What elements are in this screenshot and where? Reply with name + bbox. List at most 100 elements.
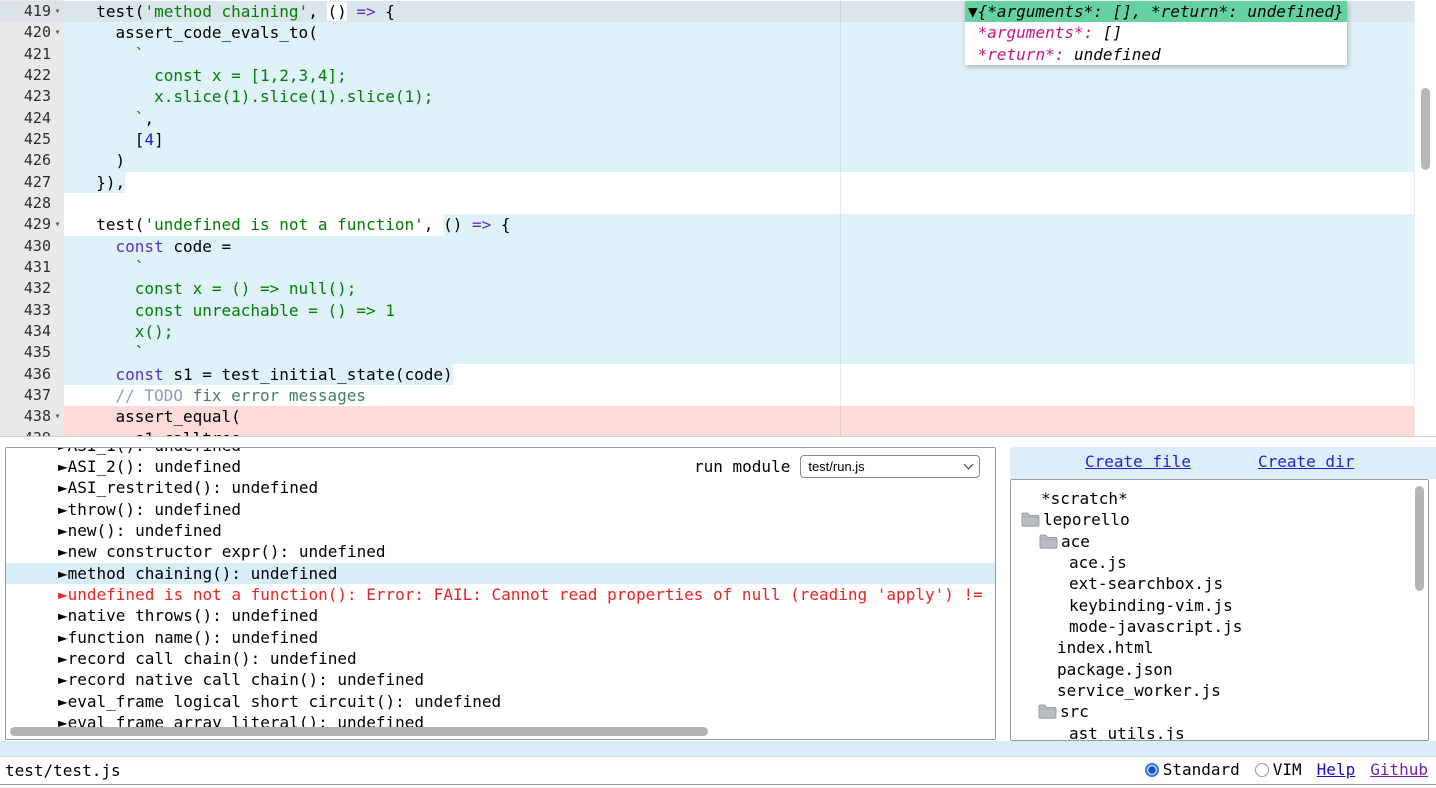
code-line-437[interactable]: // TODO fix error messages [64,385,1414,406]
code-token: { [491,215,510,234]
code-token: , [424,215,443,234]
console-row[interactable]: ►function name(): undefined [6,627,995,648]
gutter-line-429[interactable]: 429▾ [0,214,64,235]
line-number: 433 [0,300,51,321]
gutter-line-435[interactable]: 435 [0,342,64,363]
tooltip-header[interactable]: ▼{*arguments*: [], *return*: undefined} [965,1,1347,22]
code-line-436[interactable]: const s1 = test_initial_state(code) [64,364,1414,385]
code-line-434[interactable]: x(); [64,321,1414,342]
console-row[interactable]: ►record call chain(): undefined [6,648,995,669]
create-file-link[interactable]: Create file [1085,452,1191,471]
code-token: [ [77,130,144,149]
gutter-line-437[interactable]: 437 [0,385,64,406]
code-line-431[interactable]: ` [64,257,1414,278]
fold-arrow-icon[interactable]: ▾ [51,22,64,43]
gutter-line-432[interactable]: 432 [0,278,64,299]
file-tree-item[interactable]: ext-searchbox.js [1011,573,1428,594]
keybinding-label: Standard [1163,760,1240,779]
folder-icon [1039,534,1061,549]
code-line-429[interactable]: test('undefined is not a function', () =… [64,214,1414,235]
run-module-selected-value: test/run.js [808,459,965,474]
console-row[interactable]: ►ASI_restrited(): undefined [6,477,995,498]
console-row[interactable]: ►new(): undefined [6,520,995,541]
gutter-line-434[interactable]: 434 [0,321,64,342]
code-line-433[interactable]: const unreachable = () => 1 [64,300,1414,321]
editor-vertical-scrollbar[interactable] [1414,0,1436,437]
code-line-427[interactable]: }), [64,172,1414,193]
code-line-426[interactable]: ) [64,150,1414,171]
console-scrollbar-thumb[interactable] [10,727,708,736]
gutter-line-423[interactable]: 423 [0,86,64,107]
code-line-438[interactable]: assert_equal( [64,406,1414,427]
gutter-line-420[interactable]: 420▾ [0,22,64,43]
create-dir-link[interactable]: Create dir [1258,452,1354,471]
file-tree-folder[interactable]: src [1011,701,1428,722]
gutter-line-425[interactable]: 425 [0,129,64,150]
code-line-430[interactable]: const code = [64,236,1414,257]
gutter-line-436[interactable]: 436 [0,364,64,385]
code-token: *arguments*: [978,23,1094,42]
code-line-432[interactable]: const x = () => null(); [64,278,1414,299]
code-line-424[interactable]: `, [64,108,1414,129]
file-tree-item[interactable]: index.html [1011,637,1428,658]
code-line-422[interactable]: const x = [1,2,3,4]; [64,65,1414,86]
gutter-line-427[interactable]: 427 [0,172,64,193]
gutter-line-424[interactable]: 424 [0,108,64,129]
gutter-line-438[interactable]: 438▾ [0,406,64,427]
gutter-line-431[interactable]: 431 [0,257,64,278]
code-token [347,2,357,21]
keybinding-option-vim[interactable]: VIM [1255,760,1302,779]
code-token: 'undefined is not a function' [144,215,423,234]
gutter-line-426[interactable]: 426 [0,150,64,171]
file-tree-item[interactable]: service_worker.js [1011,680,1428,701]
radio-button[interactable] [1255,763,1269,777]
file-tree-item[interactable]: *scratch* [1011,488,1428,509]
file-tree-scrollbar[interactable] [1413,480,1426,740]
code-line-425[interactable]: [4] [64,129,1414,150]
console-row-error[interactable]: ►undefined is not a function(): Error: F… [6,584,995,605]
fold-arrow-icon[interactable]: ▾ [51,1,64,22]
fold-arrow-icon[interactable]: ▾ [51,406,64,427]
gutter-line-419[interactable]: 419▾ [0,1,64,22]
tooltip-entry[interactable]: *arguments*: [] [965,22,1347,43]
gutter-line-430[interactable]: 430 [0,236,64,257]
code-line-435[interactable]: ` [64,342,1414,363]
tooltip-entry[interactable]: *return*: undefined [965,44,1347,65]
fold-arrow-icon[interactable]: ▾ [51,214,64,235]
file-tree-item[interactable]: ace.js [1011,552,1428,573]
console-row[interactable]: ►new constructor expr(): undefined [6,541,995,562]
console-row[interactable]: ►record native call chain(): undefined [6,669,995,690]
file-tree-folder[interactable]: leporello [1011,509,1428,530]
code-line-423[interactable]: x.slice(1).slice(1).slice(1); [64,86,1414,107]
file-tree-item[interactable]: package.json [1011,659,1428,680]
console-horizontal-scrollbar[interactable] [6,726,995,739]
help-link[interactable]: Help [1317,760,1356,779]
radio-button[interactable] [1145,763,1159,777]
console-row[interactable]: ►throw(): undefined [6,499,995,520]
code-line-428[interactable] [64,193,1414,214]
gutter-line-439[interactable]: 439 [0,428,64,437]
line-number: 424 [0,108,51,129]
code-token: ` [77,45,144,64]
file-tree-item[interactable]: ast_utils.js [1011,723,1428,741]
run-module-select[interactable]: test/run.js [800,455,980,478]
code-line-439[interactable]: s1.calltree [64,428,1414,437]
console-row[interactable]: ►eval_frame logical short circuit(): und… [6,691,995,712]
gutter-line-428[interactable]: 428 [0,193,64,214]
gutter-line-422[interactable]: 422 [0,65,64,86]
gutter-line-421[interactable]: 421 [0,44,64,65]
file-tree-item[interactable]: keybinding-vim.js [1011,595,1428,616]
tooltip-body: *arguments*: [] *return*: undefined [965,22,1347,65]
file-tree-folder[interactable]: ace [1011,531,1428,552]
file-tree-item[interactable]: mode-javascript.js [1011,616,1428,637]
github-link[interactable]: Github [1370,760,1428,779]
editor-scrollbar-thumb[interactable] [1421,88,1430,170]
keybinding-option-standard[interactable]: Standard [1145,760,1240,779]
print-margin-line [840,0,841,437]
editor-code-area[interactable]: test('method chaining', () => { assert_c… [64,0,1414,436]
console-row-selected[interactable]: ►method chaining(): undefined [6,563,995,584]
file-tree-scrollbar-thumb[interactable] [1415,486,1424,591]
code-editor[interactable]: 419▾420▾421422423424425426427428429▾4304… [0,0,1436,437]
gutter-line-433[interactable]: 433 [0,300,64,321]
console-row[interactable]: ►native throws(): undefined [6,605,995,626]
